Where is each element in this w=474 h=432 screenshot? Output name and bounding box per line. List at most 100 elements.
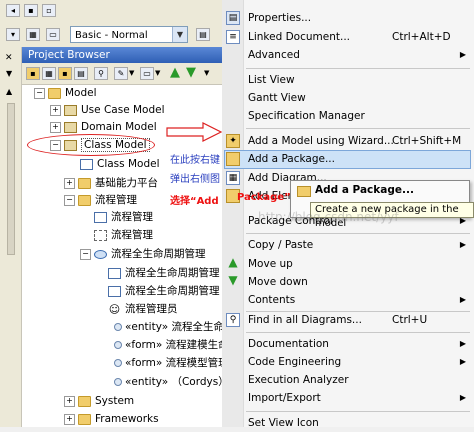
- pb-properties-icon[interactable]: ▤: [74, 67, 88, 80]
- menu-item-contents[interactable]: Contents ▶: [244, 291, 472, 309]
- pb-doc-icon[interactable]: ▭: [140, 67, 154, 80]
- arrow-down-icon: ▼: [228, 273, 238, 287]
- menu-item-properties[interactable]: Properties...: [244, 9, 472, 27]
- expand-toggle[interactable]: +: [64, 395, 75, 407]
- tree-row-use-case-model[interactable]: + Use Case Model: [50, 102, 165, 119]
- tree-row-process-mgmt[interactable]: − 流程管理: [64, 192, 137, 209]
- folder-icon: [78, 413, 91, 425]
- tree-row-label: System: [95, 395, 135, 407]
- pb-new-package-icon[interactable]: ▪: [26, 67, 40, 80]
- use-case-icon: [94, 249, 107, 259]
- properties-icon: ▤: [226, 11, 240, 25]
- tree-row-class-model-diagram[interactable]: Class Model: [80, 156, 160, 173]
- folder-icon: [78, 395, 91, 407]
- activity-diagram-icon: [94, 229, 107, 241]
- menu-item-copy-paste[interactable]: Copy / Paste ▶: [244, 236, 472, 254]
- menu-separator: [246, 411, 470, 412]
- tree-row-label: 流程管理: [95, 194, 137, 206]
- menu-item-advanced[interactable]: Advanced ▶: [244, 46, 472, 64]
- package-icon: [226, 152, 240, 166]
- expand-toggle[interactable]: +: [50, 121, 61, 133]
- tree-row-model[interactable]: − Model: [34, 85, 97, 102]
- tree-row-entity-2[interactable]: «entity» （Cordys）: [114, 374, 229, 391]
- annotation-arrow-icon: [166, 122, 223, 142]
- tree-row-process-activity-diagram[interactable]: 流程管理: [94, 227, 153, 244]
- main-toolbar: ◂ ▪ ▫ ▾ ▦ ▭ Basic - Normal ▼ ▤: [0, 0, 235, 48]
- toolbar-new-icon[interactable]: ▪: [24, 4, 38, 17]
- menu-item-move-up[interactable]: Move up: [244, 255, 472, 273]
- menu-item-label: Specification Manager: [248, 110, 365, 122]
- pb-edit-icon[interactable]: ✎: [114, 67, 128, 80]
- menu-item-move-down[interactable]: Move down: [244, 273, 472, 291]
- class-diagram-icon: [94, 211, 107, 223]
- pb-doc-dropdown-icon[interactable]: ▼: [155, 69, 160, 77]
- pb-new-diagram-icon[interactable]: ▦: [42, 67, 56, 80]
- tree-row-entity-1[interactable]: «entity» 流程全生命: [114, 319, 224, 336]
- annotation-select-suffix: Package”: [237, 192, 291, 203]
- toolbar-arrow-icon[interactable]: ◂: [6, 4, 20, 17]
- expand-toggle[interactable]: +: [64, 177, 75, 189]
- pb-move-down-icon[interactable]: ▼: [186, 65, 196, 80]
- tree-row-lifecycle-diagram-1[interactable]: 流程全生命周期管理: [108, 265, 220, 282]
- menu-item-linked-document[interactable]: Linked Document... Ctrl+Alt+D: [244, 28, 472, 46]
- toolbar-window-icon[interactable]: ▭: [46, 28, 60, 41]
- menu-separator: [246, 233, 470, 234]
- tooltip-title: Add a Package...: [315, 184, 414, 196]
- context-menu-icon-gutter: [222, 0, 244, 427]
- menu-item-find-in-diagrams[interactable]: Find in all Diagrams... Ctrl+U: [244, 311, 472, 329]
- tree-row-basic-platform[interactable]: + 基础能力平台: [64, 175, 158, 192]
- collapse-toggle[interactable]: −: [80, 248, 91, 260]
- menu-item-execution-analyzer[interactable]: Execution Analyzer: [244, 371, 472, 389]
- tree-row-system[interactable]: + System: [64, 393, 134, 410]
- menu-item-label: Documentation: [248, 338, 329, 350]
- menu-item-set-view-icon[interactable]: Set View Icon: [244, 414, 472, 432]
- menu-item-label: Move up: [248, 258, 293, 270]
- annotation-select-prefix: 选择“Add: [170, 196, 219, 207]
- menu-item-code-engineering[interactable]: Code Engineering ▶: [244, 353, 472, 371]
- tree-row-lifecycle-usecase[interactable]: − 流程全生命周期管理: [80, 246, 206, 263]
- tree-row-label: 流程全生命周期管理: [125, 267, 220, 279]
- gutter-close-icon[interactable]: ✕: [5, 53, 13, 63]
- toolbar-layout-icon[interactable]: ▤: [196, 28, 210, 41]
- menu-item-gantt-view[interactable]: Gantt View: [244, 89, 472, 107]
- toolbar-close-icon[interactable]: ▾: [6, 28, 20, 41]
- gutter-scroll-up-icon[interactable]: ▲: [6, 87, 12, 96]
- pb-dropdown-icon[interactable]: ▼: [204, 69, 209, 77]
- chevron-down-icon[interactable]: ▼: [172, 27, 187, 42]
- left-dock-gutter: ✕ ▼ ▲: [0, 47, 22, 427]
- menu-item-documentation[interactable]: Documentation ▶: [244, 335, 472, 353]
- gutter-scrollbar[interactable]: [7, 103, 15, 255]
- menu-item-add-model-wizard[interactable]: Add a Model using Wizard... Ctrl+Shift+M: [244, 132, 472, 150]
- collapse-toggle[interactable]: −: [64, 194, 75, 206]
- package-icon: [297, 186, 311, 197]
- collapse-toggle[interactable]: −: [34, 87, 45, 99]
- perspective-value: Basic - Normal: [75, 30, 148, 41]
- pb-new-element-icon[interactable]: ▪: [58, 67, 72, 80]
- tree-row-form-1[interactable]: «form» 流程建模生命: [114, 337, 229, 354]
- menu-item-list-view[interactable]: List View: [244, 71, 472, 89]
- perspective-select[interactable]: Basic - Normal ▼: [70, 26, 188, 43]
- menu-item-add-package[interactable]: Add a Package...: [244, 150, 472, 168]
- tree-row-process-admin[interactable]: ☺ 流程管理员: [108, 301, 178, 318]
- tree-row-form-2[interactable]: «form» 流程模型管理: [114, 355, 229, 372]
- expand-toggle[interactable]: +: [64, 413, 75, 425]
- pb-move-up-icon[interactable]: ▲: [170, 65, 180, 80]
- tree-row-label: 流程管理: [111, 211, 153, 223]
- submenu-arrow-icon: ▶: [459, 240, 466, 249]
- toolbar-open-icon[interactable]: ▫: [42, 4, 56, 17]
- tree-row-label: Frameworks: [95, 413, 159, 425]
- menu-item-label: Set View Icon: [248, 417, 319, 429]
- menu-item-specification-manager[interactable]: Specification Manager: [244, 107, 472, 125]
- tree-row-lifecycle-diagram-2[interactable]: 流程全生命周期管理: [108, 283, 220, 300]
- tree-row-frameworks[interactable]: + Frameworks: [64, 411, 159, 428]
- pb-find-icon[interactable]: ⚲: [94, 67, 108, 80]
- menu-item-import-export[interactable]: Import/Export ▶: [244, 389, 472, 407]
- expand-toggle[interactable]: +: [50, 104, 61, 116]
- tree-row-process-class-diagram[interactable]: 流程管理: [94, 209, 153, 226]
- pb-edit-dropdown-icon[interactable]: ▼: [129, 69, 134, 77]
- toolbar-grid-icon[interactable]: ▦: [26, 28, 40, 41]
- menu-item-label: Properties...: [248, 12, 312, 24]
- highlight-ellipse: [27, 134, 155, 156]
- gutter-dropdown-icon[interactable]: ▼: [6, 69, 12, 78]
- entity-icon: [114, 378, 122, 386]
